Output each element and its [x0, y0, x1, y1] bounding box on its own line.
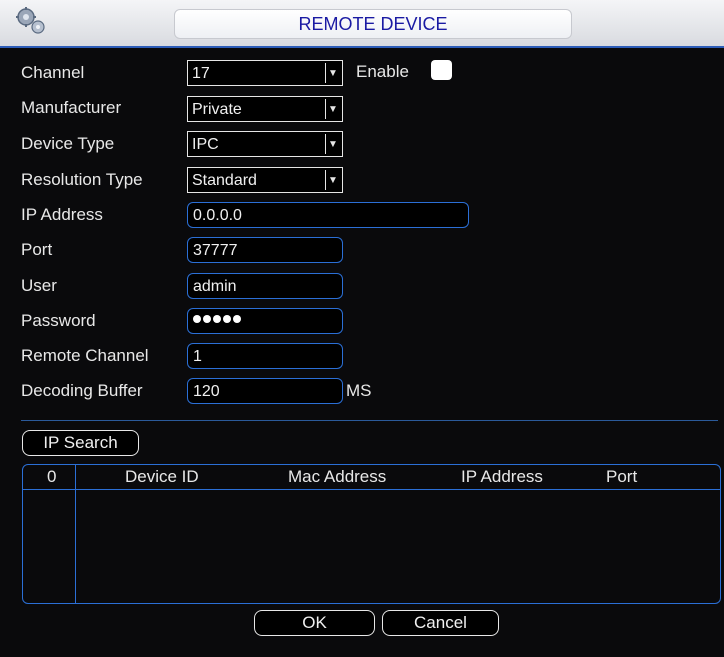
ip-address-input[interactable]: 0.0.0.0: [187, 202, 469, 228]
password-dot: [193, 315, 201, 323]
manufacturer-label: Manufacturer: [21, 98, 122, 117]
channel-value: 17: [192, 65, 210, 82]
user-value: admin: [193, 278, 237, 295]
chevron-down-icon[interactable]: ▼: [325, 63, 340, 83]
password-dot: [223, 315, 231, 323]
resolution-type-value: Standard: [192, 172, 257, 189]
password-dot: [213, 315, 221, 323]
column-header-mac-address[interactable]: Mac Address: [288, 467, 386, 487]
ip-address-label: IP Address: [21, 205, 103, 224]
enable-checkbox[interactable]: [431, 60, 452, 80]
remote-channel-label: Remote Channel: [21, 346, 149, 365]
password-dot: [233, 315, 241, 323]
channel-select[interactable]: 17 ▼: [187, 60, 343, 86]
remote-channel-input[interactable]: 1: [187, 343, 343, 369]
device-type-select[interactable]: IPC ▼: [187, 131, 343, 157]
user-input[interactable]: admin: [187, 273, 343, 299]
resolution-type-select[interactable]: Standard ▼: [187, 167, 343, 193]
decoding-buffer-unit: MS: [346, 381, 372, 400]
ip-address-value: 0.0.0.0: [193, 207, 242, 224]
chevron-down-icon[interactable]: ▼: [325, 134, 340, 154]
port-input[interactable]: 37777: [187, 237, 343, 263]
password-label: Password: [21, 311, 96, 330]
password-mask: [193, 315, 241, 323]
column-header-index[interactable]: 0: [47, 467, 56, 487]
port-label: Port: [21, 240, 53, 259]
device-type-label: Device Type: [21, 134, 115, 153]
user-label: User: [21, 276, 57, 295]
device-type-value: IPC: [192, 136, 219, 153]
password-input[interactable]: [187, 308, 343, 334]
section-divider: [21, 420, 718, 421]
chevron-down-icon[interactable]: ▼: [325, 99, 340, 119]
title-bar: REMOTE DEVICE: [0, 0, 724, 48]
gear-settings-icon: [14, 6, 48, 36]
column-header-device-id[interactable]: Device ID: [125, 467, 199, 487]
column-divider: [75, 465, 76, 603]
remote-device-dialog: REMOTE DEVICE Channel Manufacturer Devic…: [0, 0, 724, 657]
chevron-down-icon[interactable]: ▼: [325, 170, 340, 190]
dialog-title: REMOTE DEVICE: [298, 13, 448, 34]
manufacturer-value: Private: [192, 101, 242, 118]
remote-channel-value: 1: [193, 348, 202, 365]
channel-label: Channel: [21, 63, 85, 82]
decoding-buffer-label: Decoding Buffer: [21, 381, 143, 400]
password-dot: [203, 315, 211, 323]
table-header: 0 Device ID Mac Address IP Address Port: [23, 465, 720, 490]
column-header-ip-address[interactable]: IP Address: [461, 467, 543, 487]
port-value: 37777: [193, 242, 238, 259]
decoding-buffer-value: 120: [193, 383, 220, 400]
decoding-buffer-input[interactable]: 120: [187, 378, 343, 404]
cancel-button[interactable]: Cancel: [382, 610, 499, 636]
resolution-type-label: Resolution Type: [21, 170, 143, 189]
title-pill: REMOTE DEVICE: [174, 9, 572, 39]
ok-button[interactable]: OK: [254, 610, 375, 636]
ip-search-button[interactable]: IP Search: [22, 430, 139, 456]
manufacturer-select[interactable]: Private ▼: [187, 96, 343, 122]
column-header-port[interactable]: Port: [606, 467, 637, 487]
enable-label: Enable: [356, 62, 409, 81]
search-results-table: 0 Device ID Mac Address IP Address Port: [22, 464, 721, 604]
